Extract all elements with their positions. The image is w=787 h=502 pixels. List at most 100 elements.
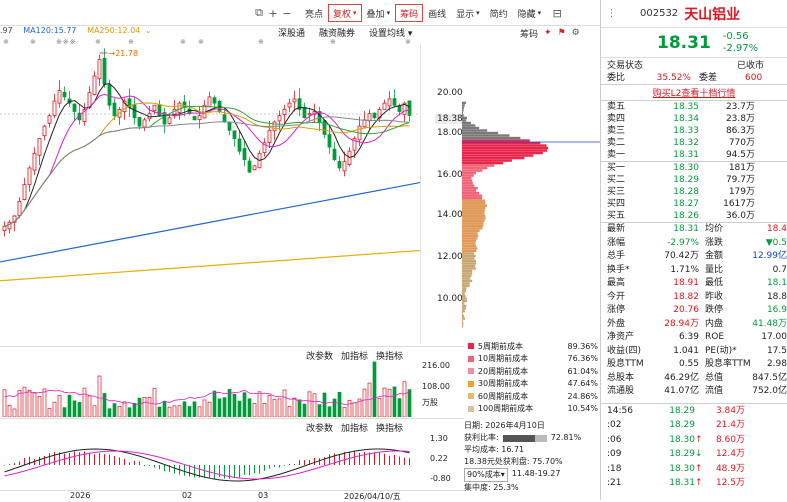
x-label: 03: [258, 491, 269, 500]
stat-value: 41.07亿: [664, 386, 699, 396]
pin-icon[interactable]: ✦: [544, 28, 552, 38]
x-label: 02: [182, 491, 193, 500]
volume-bar: [162, 400, 167, 417]
kline-chart[interactable]: →21.78: [0, 44, 420, 344]
volume-bar: [157, 406, 162, 417]
buy-row[interactable]: 买一 18.30 181万: [601, 162, 787, 174]
chip-bar: [462, 109, 464, 112]
candle-body: [212, 97, 217, 104]
display-button[interactable]: 显示 ▾: [451, 4, 485, 22]
overlay-button[interactable]: 叠加 ▾: [362, 4, 396, 22]
volume-bar: [127, 407, 132, 417]
weibi-value: 35.52%: [656, 73, 691, 83]
tick-direction: ↑: [695, 463, 703, 474]
margin-link[interactable]: 融资融券: [319, 26, 355, 39]
tick-time: :09: [607, 449, 622, 459]
chip-bar: [462, 214, 486, 217]
price-change-pct: -2.97%: [722, 42, 759, 54]
sell-row[interactable]: 卖二 18.32 770万: [601, 137, 787, 149]
draw-line-button[interactable]: 画线: [423, 4, 451, 22]
chevron-down-icon[interactable]: ⌄: [145, 26, 152, 35]
gear-icon[interactable]: ⚙: [572, 28, 580, 38]
stat-row: 最新 18.31 均价 18.4: [601, 223, 787, 237]
price-tick: 18.00: [437, 128, 463, 138]
ma-settings-link[interactable]: 设置均线 ▾: [369, 26, 412, 39]
stat-label: 涨停: [607, 305, 626, 315]
adjust-button[interactable]: 复权 ▾: [328, 4, 362, 22]
chip-bar: [462, 202, 486, 205]
stock-name[interactable]: 天山铝业: [684, 4, 740, 24]
vol-unit: 万股: [422, 398, 438, 407]
volume-bar: [352, 402, 357, 417]
sell-price: 18.33: [673, 126, 699, 136]
volume-bar: [77, 402, 82, 417]
zoom-out-icon[interactable]: −: [280, 6, 294, 20]
chip-bar: [462, 294, 466, 298]
chips-button[interactable]: 筹码: [395, 4, 424, 22]
hide-label: 隐藏: [517, 9, 536, 20]
volume-bar: [372, 361, 377, 417]
chip-bar: [462, 302, 465, 305]
sell-row[interactable]: 卖三 18.33 86.3万: [601, 125, 787, 137]
chip-bar: [462, 114, 464, 117]
stat-label: 昨收: [705, 291, 724, 302]
volume-chart[interactable]: [0, 361, 420, 417]
tick-time: 14:56: [607, 405, 633, 416]
hide-button[interactable]: 隐藏 ▾: [513, 4, 547, 22]
chip-bar: [462, 279, 473, 283]
macd-panel: 改参数 加指标 换指标 1.30 0.22 -0.80: [0, 418, 464, 490]
tick-row: :06 18.30 ↑ 8.60万: [601, 433, 787, 448]
volume-bar: [102, 393, 107, 417]
vol-tick: 216.00: [422, 361, 450, 370]
candle-body: [102, 57, 107, 85]
x-label: 2026: [70, 491, 91, 500]
l2-link[interactable]: 购买L2查看十档行情: [653, 86, 736, 99]
stat-label: 流值: [705, 386, 724, 396]
candle-body: [42, 125, 47, 137]
time-axis: 2026 02 03 2026/04/10/五: [0, 490, 464, 501]
sell-row[interactable]: 卖五 18.35 23.7万: [601, 101, 787, 113]
chip-bar: [462, 136, 521, 140]
candle-body: [337, 161, 342, 169]
layout-icon[interactable]: ⧉: [252, 6, 266, 20]
buy-row[interactable]: 买三 18.28 179万: [601, 186, 787, 198]
hk-connect-link[interactable]: 深股通: [278, 26, 305, 39]
tick-direction: ↑: [695, 434, 703, 445]
quote-panel: ⋮ 002532 天山铝业 18.31 -0.56 -2.97% 交易状态 已收…: [600, 0, 787, 500]
zoom-in-icon[interactable]: +: [266, 6, 280, 20]
buy-price: 18.29: [673, 175, 699, 185]
chip-bar: [462, 171, 476, 175]
sell-volume: 86.3万: [725, 126, 755, 136]
buy-price: 18.28: [673, 187, 699, 197]
stat-value: 2.98: [766, 359, 787, 369]
buy-volume: 1617万: [723, 199, 755, 209]
stat-label: 收益(四): [607, 345, 642, 356]
buy-row[interactable]: 买五 18.26 36.0万: [601, 210, 787, 222]
sell-row[interactable]: 卖四 18.34 23.8万: [601, 113, 787, 125]
sell-row[interactable]: 卖一 18.31 94.5万: [601, 149, 787, 161]
volume-bar: [397, 398, 402, 417]
simple-button[interactable]: 简约: [485, 4, 513, 22]
buy-row[interactable]: 买四 18.27 1617万: [601, 198, 787, 210]
range-select-label: 90%成本: [467, 470, 501, 479]
panel-toggle-icon[interactable]: ⊟: [550, 6, 564, 20]
flag-icon[interactable]: ⚑: [558, 28, 566, 38]
weicha-value: 600: [745, 73, 763, 83]
cost-pct: 24.86%: [567, 391, 598, 401]
range-select[interactable]: 90%成本▾: [464, 468, 508, 482]
trade-status-value: 已收市: [737, 61, 765, 71]
volume-bar: [72, 400, 77, 417]
highlight-button[interactable]: 亮点: [300, 4, 328, 22]
candle-body: [62, 91, 67, 98]
sell-price: 18.32: [673, 138, 699, 148]
tick-direction: [695, 418, 705, 433]
profit-value: 72.81%: [550, 433, 582, 442]
stat-value: 1.041: [673, 345, 699, 356]
more-icon[interactable]: ⋮: [607, 9, 616, 19]
chip-distribution[interactable]: [462, 56, 600, 328]
tick-time: :02: [607, 420, 622, 430]
sell-volume: 94.5万: [725, 150, 755, 160]
chip-bar: [462, 242, 476, 245]
macd-chart[interactable]: [0, 431, 420, 491]
buy-row[interactable]: 买二 18.29 79.7万: [601, 174, 787, 186]
